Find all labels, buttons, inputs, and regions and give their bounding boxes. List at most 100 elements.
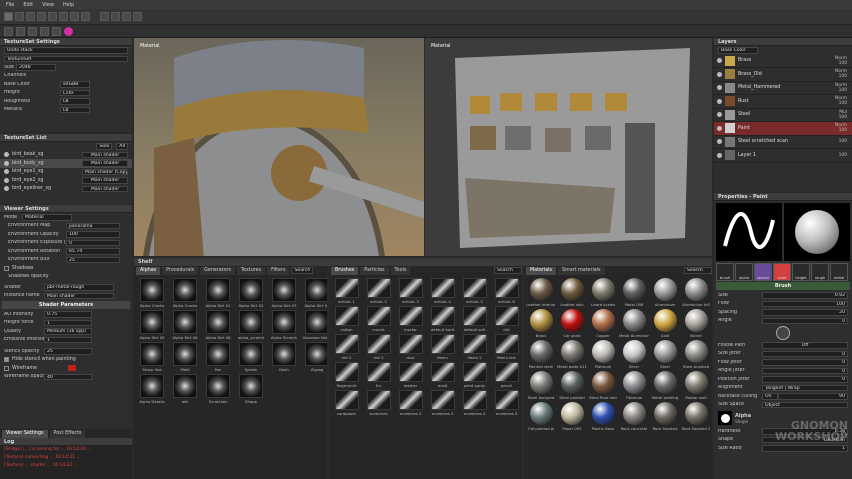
channel-format[interactable]: L16F xyxy=(60,89,90,96)
channel-chip[interactable]: color xyxy=(773,263,791,281)
alpha-item[interactable]: Alpha Dirt 06 xyxy=(170,310,200,340)
projection-tool-icon[interactable] xyxy=(26,12,35,21)
property-slider[interactable]: 0 xyxy=(762,359,848,366)
material-item[interactable]: Steel brushed xyxy=(682,340,710,369)
sizespace-select[interactable]: Object xyxy=(762,401,848,408)
brush-item[interactable]: artistic 1 xyxy=(332,278,361,304)
select-tool-icon[interactable] xyxy=(70,12,79,21)
alpha-item[interactable]: Dash xyxy=(269,342,299,372)
material-item[interactable]: Metal Aluminium xyxy=(619,309,649,338)
brush-item[interactable]: scratches xyxy=(364,390,393,416)
smudge-tool-icon[interactable] xyxy=(37,12,46,21)
menu-view[interactable]: View xyxy=(42,2,54,8)
brush-item[interactable]: fingerprint xyxy=(332,362,361,388)
wireframe-color-swatch[interactable] xyxy=(68,365,76,372)
brush-preset-icon[interactable] xyxy=(16,26,25,36)
visibility-icon[interactable] xyxy=(717,112,722,118)
material-item[interactable]: Car paint xyxy=(558,309,586,338)
alpha-item[interactable]: Zigzag xyxy=(302,342,327,372)
material-item[interactable]: Steel Rust Iron xyxy=(589,371,617,400)
property-slider[interactable]: 20 xyxy=(762,309,848,316)
wireframe-checkbox[interactable] xyxy=(4,365,9,371)
stencil-opacity-value[interactable]: 25 xyxy=(44,348,92,355)
instance-field[interactable]: Main shader xyxy=(44,292,114,299)
brush-item[interactable]: fibers line xyxy=(492,334,521,360)
brush-item[interactable]: artistic 2 xyxy=(364,278,393,304)
material-item[interactable]: Plastic Base xyxy=(589,402,617,431)
param-value[interactable]: 1 xyxy=(44,336,92,343)
brush-item[interactable]: leather xyxy=(396,362,425,388)
brush-item[interactable]: scratches 5 xyxy=(492,390,521,416)
alpha-item[interactable]: Alpha Scratch xyxy=(269,310,299,340)
textureset-item[interactable]: bird_beak_sg Main shader xyxy=(0,151,132,160)
channel-chip[interactable]: brush xyxy=(716,263,734,281)
material-item[interactable]: Old painted pl xyxy=(527,402,555,431)
material-item[interactable]: Aluminium xyxy=(651,278,679,307)
channel-select[interactable]: Base Color xyxy=(718,47,758,54)
material-item[interactable]: Metal 008 xyxy=(620,278,648,307)
brush-item[interactable]: artistic 5 xyxy=(460,278,489,304)
wireframe-opacity-value[interactable]: 40 xyxy=(44,373,92,380)
shader-select[interactable]: Main shader xyxy=(82,160,128,167)
clone-tool-icon[interactable] xyxy=(48,12,57,21)
visibility-icon[interactable] xyxy=(717,98,722,104)
env-value[interactable]: 0 xyxy=(66,239,120,246)
alpha-item[interactable]: Alpha Dirt 01 xyxy=(203,278,233,308)
menu-help[interactable]: Help xyxy=(63,2,74,8)
layer-opacity[interactable]: 100 xyxy=(833,115,849,120)
layer-row[interactable]: Metal_Hammered Norm 100 xyxy=(714,82,852,95)
alpha-item[interactable]: Alpha Dirt 08 xyxy=(203,310,233,340)
material-item[interactable]: Rock Faceted xyxy=(651,402,679,431)
brush-item[interactable]: artistic 6 xyxy=(492,278,521,304)
shader-select[interactable]: pbr-metal-rough xyxy=(44,284,114,291)
layer-row[interactable]: Steel scratched scan 100 xyxy=(714,136,852,149)
env-value[interactable]: panorama xyxy=(66,222,120,229)
property-slider[interactable]: 0 xyxy=(762,350,848,357)
alpha-item[interactable]: alpha_scratch xyxy=(236,310,266,340)
tab-brushes[interactable]: Brushes xyxy=(331,266,359,275)
tab-smart-materials[interactable]: Smart materials xyxy=(558,266,605,275)
layer-row[interactable]: Rust Norm 100 xyxy=(714,95,852,109)
layer-row[interactable]: Brass_Old Norm 100 xyxy=(714,68,852,82)
alpha-item[interactable]: Mold xyxy=(170,342,200,372)
solo-button[interactable]: Solo xyxy=(96,143,113,150)
line-icon[interactable] xyxy=(40,26,49,36)
picker-tool-icon[interactable] xyxy=(59,12,68,21)
layer-opacity[interactable]: 100 xyxy=(833,88,849,93)
channel-chip[interactable]: alpha xyxy=(735,263,753,281)
symmetry-icon[interactable] xyxy=(122,12,131,21)
env-value[interactable]: 100 xyxy=(66,231,120,238)
alpha-item[interactable]: Sharp line xyxy=(137,342,167,372)
mode-select[interactable]: Material xyxy=(22,214,72,221)
env-value[interactable]: 25 xyxy=(66,256,120,263)
param-value[interactable]: Medium (16 spp) xyxy=(44,328,92,335)
visibility-icon[interactable] xyxy=(717,58,722,64)
brush-item[interactable]: cardpaper xyxy=(332,390,361,416)
undo-stack-button[interactable]: Undo stack xyxy=(4,47,128,54)
channel-format[interactable]: L8 xyxy=(60,106,90,113)
tab-viewer-settings[interactable]: Viewer Settings xyxy=(2,429,48,438)
material-item[interactable]: Leather skin xyxy=(558,278,586,307)
alpha-item[interactable]: Alpha Cracks xyxy=(170,278,200,308)
brush-item[interactable]: mortar xyxy=(396,306,425,332)
layer-opacity[interactable]: 100 xyxy=(833,74,849,79)
material-item[interactable]: Metal welding xyxy=(651,371,679,400)
shader-select[interactable]: Main shader (Copy) xyxy=(82,168,128,175)
tab-filters[interactable]: Filters xyxy=(267,266,290,275)
visibility-icon[interactable] xyxy=(717,125,722,131)
brush-item[interactable]: paint spray xyxy=(460,362,489,388)
all-button[interactable]: All xyxy=(116,143,128,150)
stroke-icon[interactable] xyxy=(28,26,37,36)
param-value[interactable]: 0.75 xyxy=(44,311,92,318)
brush-item[interactable]: scratches 2 xyxy=(396,390,425,416)
alpha-thumbnail[interactable] xyxy=(718,411,732,425)
property-slider[interactable]: 0 xyxy=(762,317,848,324)
property-slider[interactable]: 0 xyxy=(762,367,848,374)
tab-post-effects[interactable]: Post Effects xyxy=(49,429,86,438)
env-value[interactable]: 65.74 xyxy=(66,248,120,255)
brush-item[interactable]: dirt xyxy=(492,306,521,332)
eraser-tool-icon[interactable] xyxy=(15,12,24,21)
material-item[interactable]: Nickel xyxy=(682,309,710,338)
layer-opacity[interactable]: 100 xyxy=(833,61,849,66)
tab-alphas[interactable]: Alphas xyxy=(136,266,161,275)
